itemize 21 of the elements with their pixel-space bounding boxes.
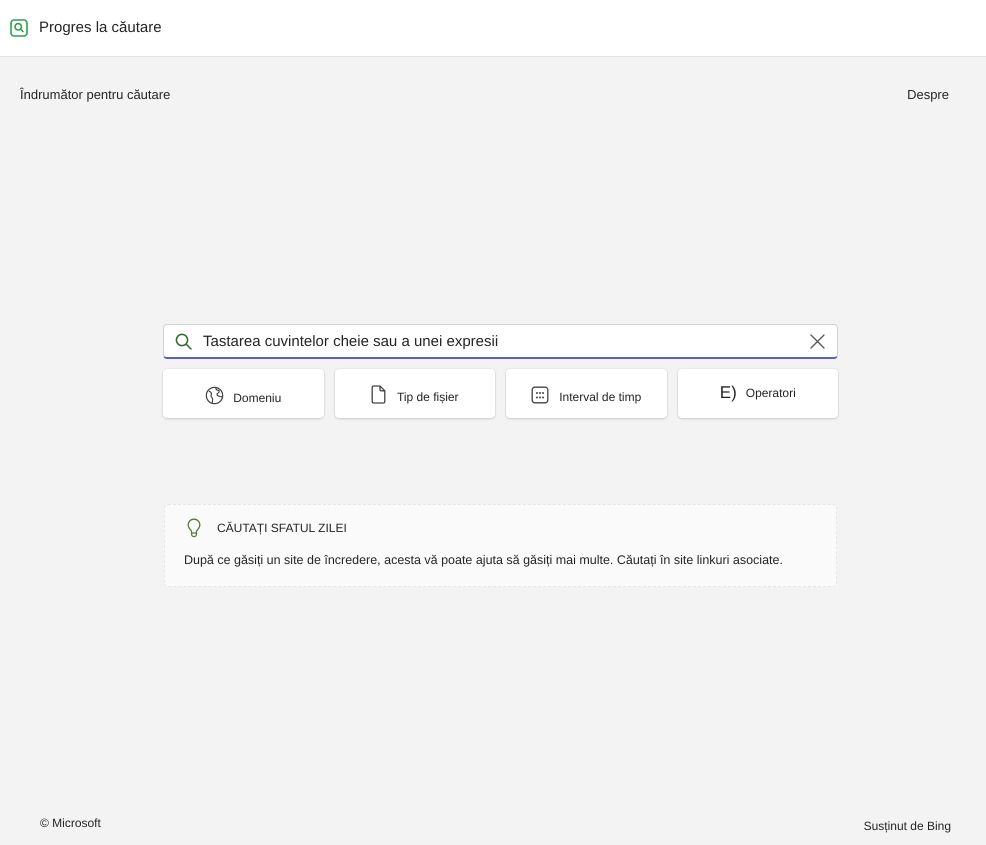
about-link[interactable]: Despre [907, 87, 949, 103]
lightbulb-icon [187, 518, 201, 538]
search-app-icon [10, 19, 28, 37]
operator-symbol: E) [720, 382, 737, 402]
filter-button[interactable]: Domeniu [163, 369, 324, 418]
filter-button[interactable]: Interval de timp [506, 369, 666, 418]
tip-text: După ce găsiți un site de încredere, acesta vă poate ajuta să găsiți mai multe. Căutați în site linkuri asociate. [184, 552, 784, 568]
filter-button[interactable]: Tip de fișier [334, 369, 495, 418]
search-icon [175, 333, 192, 350]
copyright-text: © Microsoft [40, 816, 101, 830]
powered-by-text: Susținut de Bing [864, 819, 951, 833]
clear-button[interactable] [810, 334, 825, 349]
app-title: Progres la căutare [39, 19, 162, 37]
page-title: Îndrumător pentru căutare [20, 87, 170, 103]
search-field[interactable]: Tastarea cuvintelor cheie sau a unei expresii [163, 324, 838, 359]
tip-heading: CĂUTAȚI SFATUL ZILEI [217, 521, 347, 535]
document-icon [370, 385, 386, 404]
filter-button[interactable]: E) Operatori [678, 369, 838, 418]
globe-icon [205, 386, 224, 405]
close-icon [810, 334, 825, 349]
calendar-icon [531, 386, 550, 404]
